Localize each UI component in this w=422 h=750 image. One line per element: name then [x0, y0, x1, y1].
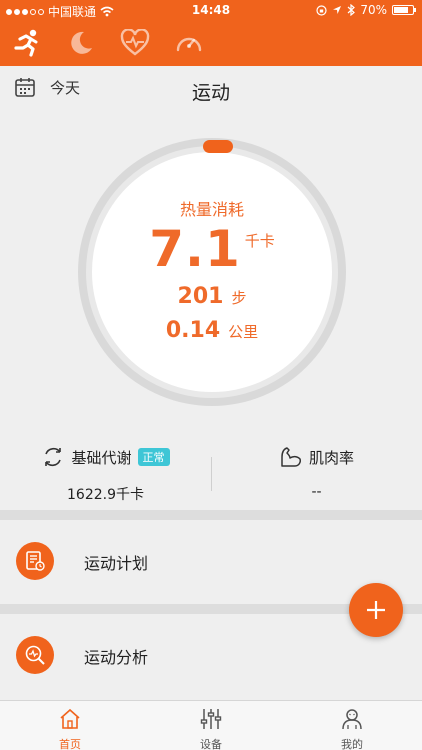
add-button[interactable]: [349, 583, 403, 637]
muscle-value: --: [311, 484, 322, 500]
plus-icon: [367, 601, 385, 619]
page-header: 今天 运动: [0, 66, 422, 112]
kcal-value: 7.1: [149, 220, 241, 278]
screen: 中国联通 14:48 70% 今天 运动 热量消耗 7.1 千卡 201 步 0…: [0, 0, 422, 750]
sliders-icon: [200, 709, 222, 729]
kcal-label: 热量消耗: [179, 200, 244, 219]
plan-icon: [16, 542, 54, 580]
home-icon: [60, 708, 80, 729]
page-title: 运动: [191, 82, 230, 104]
top-bar: 中国联通 14:48 70%: [0, 0, 422, 66]
tab-sleep[interactable]: [62, 24, 100, 62]
kcal-unit: 千卡: [244, 232, 275, 250]
tab-exercise[interactable]: [8, 24, 46, 62]
bmr-header: 基础代谢 正常: [0, 446, 211, 468]
tab-mine-label: 我的: [341, 738, 363, 750]
distance-unit: 公里: [228, 323, 259, 341]
muscle-header: 肌肉率: [211, 446, 422, 468]
steps-readout: 201 步: [78, 284, 346, 309]
kcal-readout: 7.1 千卡: [78, 220, 346, 278]
battery-icon: [392, 5, 416, 15]
tab-mine[interactable]: 我的: [282, 701, 422, 750]
status-badge: 正常: [137, 448, 170, 466]
analysis-icon: [16, 636, 54, 674]
tab-home-label: 首页: [59, 738, 81, 750]
bluetooth-icon: [347, 4, 356, 16]
heart-rate-icon: [120, 29, 150, 56]
muscle-arm-icon: [281, 447, 301, 467]
bmr-label: 基础代谢: [71, 448, 132, 467]
location-icon: [333, 6, 342, 14]
steps-unit: 步: [231, 289, 247, 307]
distance-readout: 0.14 公里: [78, 318, 346, 343]
muscle-metric[interactable]: 肌肉率 --: [211, 440, 422, 510]
tab-weight[interactable]: [170, 24, 208, 62]
battery-text: 70%: [360, 3, 387, 17]
metric-divider: [211, 457, 212, 491]
tab-heart-rate[interactable]: [116, 24, 154, 62]
section-divider: [0, 510, 422, 520]
tab-devices-label: 设备: [200, 738, 222, 750]
plan-label: 运动计划: [84, 554, 149, 573]
analysis-label: 运动分析: [84, 648, 149, 667]
profile-icon: [342, 709, 362, 730]
bmr-value: 1622.9千卡: [67, 487, 144, 503]
bmr-metric[interactable]: 基础代谢 正常 1622.9千卡: [0, 440, 211, 510]
tab-devices[interactable]: 设备: [141, 701, 281, 750]
gauge-icon: [176, 37, 202, 52]
tab-home[interactable]: 首页: [0, 701, 140, 750]
category-tabs: [0, 24, 208, 64]
ring-progress-marker: [203, 140, 233, 153]
status-bar: 中国联通 14:48 70%: [0, 0, 422, 22]
moon-icon: [71, 31, 92, 54]
muscle-label: 肌肉率: [308, 448, 354, 467]
cycle-icon: [45, 447, 62, 467]
rotation-lock-icon: [316, 4, 327, 16]
status-right: 70%: [316, 3, 416, 17]
steps-value: 201: [177, 284, 224, 309]
running-icon: [14, 29, 38, 57]
bottom-tab-bar: 首页 设备 我的: [0, 700, 422, 750]
distance-value: 0.14: [165, 318, 221, 343]
